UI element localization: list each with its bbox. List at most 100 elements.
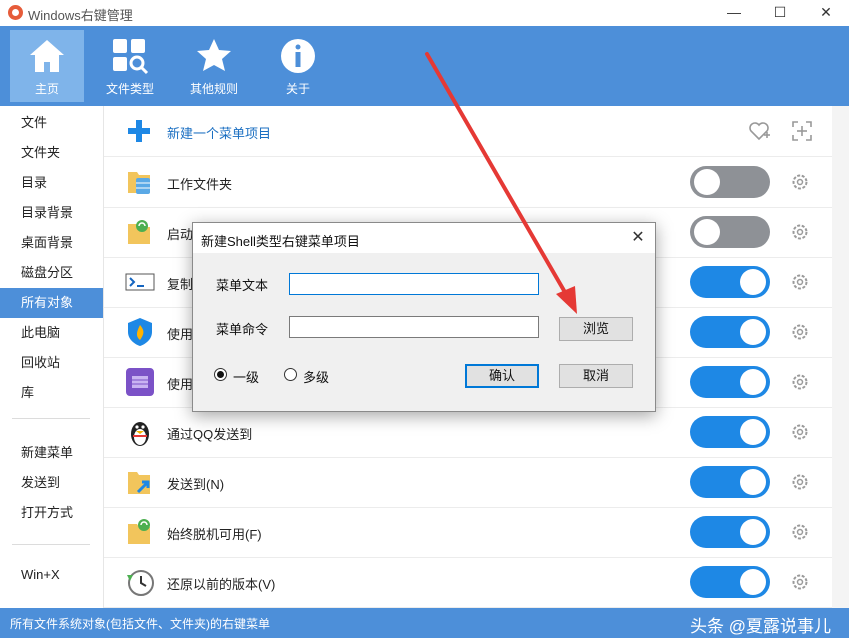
home-icon bbox=[30, 40, 64, 72]
toggle-knob bbox=[694, 169, 720, 195]
enable-toggle[interactable] bbox=[690, 316, 770, 348]
tab-home-label: 主页 bbox=[34, 82, 59, 96]
sidebar-item-open-with[interactable]: 打开方式 bbox=[0, 498, 103, 528]
tab-file-types[interactable]: 文件类型 bbox=[93, 30, 167, 102]
toggle-knob bbox=[740, 569, 766, 595]
status-text: 所有文件系统对象(包括文件、文件夹)的右键菜单 bbox=[10, 617, 270, 631]
list-item-label: 复制 bbox=[167, 277, 194, 292]
enable-toggle[interactable] bbox=[690, 516, 770, 548]
cancel-button[interactable]: 取消 bbox=[559, 364, 633, 388]
enable-toggle[interactable] bbox=[690, 416, 770, 448]
enable-toggle[interactable] bbox=[690, 166, 770, 198]
list-scrollbar[interactable] bbox=[832, 106, 849, 608]
menu-text-input[interactable] bbox=[289, 273, 539, 295]
sidebar-item-send-to[interactable]: 发送到 bbox=[0, 468, 103, 498]
level-single-radio[interactable] bbox=[214, 368, 227, 381]
favorite-add-icon[interactable] bbox=[747, 119, 771, 143]
sidebar-divider bbox=[12, 544, 90, 545]
menu-command-input[interactable] bbox=[289, 316, 539, 338]
list-item-label: 使用 bbox=[167, 377, 194, 392]
close-button[interactable]: ✕ bbox=[803, 0, 849, 26]
dialog-title-bar: 新建Shell类型右键菜单项目 ✕ bbox=[193, 223, 655, 253]
list-item[interactable]: 工作文件夹 bbox=[104, 157, 832, 208]
enable-toggle[interactable] bbox=[690, 266, 770, 298]
main-toolbar: 主页 文件类型 其他规则 关于 bbox=[0, 26, 849, 106]
sidebar-item-directory-background[interactable]: 目录背景 bbox=[0, 198, 103, 228]
menu-text-label: 菜单文本 bbox=[216, 278, 269, 293]
tab-about[interactable]: 关于 bbox=[261, 30, 335, 102]
browse-button[interactable]: 浏览 bbox=[559, 317, 633, 341]
sidebar-item-this-pc[interactable]: 此电脑 bbox=[0, 318, 103, 348]
toggle-knob bbox=[740, 369, 766, 395]
powershell-icon bbox=[125, 273, 155, 291]
sidebar-item-new-menu[interactable]: 新建菜单 bbox=[0, 438, 103, 468]
sidebar-item-desktop-background[interactable]: 桌面背景 bbox=[0, 228, 103, 258]
new-shell-item-dialog: 新建Shell类型右键菜单项目 ✕ 菜单文本 菜单命令 浏览 一级 多级 确认 … bbox=[192, 222, 656, 412]
tab-other-rules[interactable]: 其他规则 bbox=[177, 30, 251, 102]
menu-command-label: 菜单命令 bbox=[216, 322, 269, 337]
gear-icon[interactable] bbox=[790, 172, 810, 192]
file-type-icon bbox=[113, 39, 149, 75]
gear-icon[interactable] bbox=[790, 572, 810, 592]
sidebar-divider bbox=[12, 418, 90, 419]
status-bar: 所有文件系统对象(包括文件、文件夹)的右键菜单 头条 @夏露说事儿 bbox=[0, 608, 849, 638]
gear-icon[interactable] bbox=[790, 372, 810, 392]
folder-db-icon bbox=[128, 172, 150, 194]
sidebar-item-all-objects[interactable]: 所有对象 bbox=[0, 288, 103, 318]
maximize-button[interactable]: ☐ bbox=[757, 0, 803, 26]
ok-button[interactable]: 确认 bbox=[465, 364, 539, 388]
sidebar-item-library[interactable]: 库 bbox=[0, 378, 103, 408]
sidebar-item-recycle-bin[interactable]: 回收站 bbox=[0, 348, 103, 378]
list-item[interactable]: 还原以前的版本(V) bbox=[104, 557, 832, 608]
app-icon bbox=[8, 5, 23, 20]
enable-toggle[interactable] bbox=[690, 566, 770, 598]
folder-sync-icon bbox=[128, 220, 150, 244]
level-multi-radio[interactable] bbox=[284, 368, 297, 381]
sidebar-item-drive[interactable]: 磁盘分区 bbox=[0, 258, 103, 288]
sidebar-item-file[interactable]: 文件 bbox=[0, 108, 103, 138]
list-item-label: 发送到(N) bbox=[167, 477, 225, 492]
gear-icon[interactable] bbox=[790, 422, 810, 442]
level-multi-label: 多级 bbox=[303, 370, 330, 385]
gear-icon[interactable] bbox=[790, 222, 810, 242]
toggle-knob bbox=[740, 419, 766, 445]
minimize-button[interactable]: — bbox=[711, 0, 757, 26]
toggle-knob bbox=[694, 219, 720, 245]
sidebar-item-directory[interactable]: 目录 bbox=[0, 168, 103, 198]
gear-icon[interactable] bbox=[790, 522, 810, 542]
tab-about-label: 关于 bbox=[285, 82, 310, 96]
sidebar-item-winx[interactable]: Win+X bbox=[0, 560, 103, 590]
enable-toggle[interactable] bbox=[690, 366, 770, 398]
new-item-row[interactable]: 新建一个菜单项目 bbox=[104, 106, 832, 157]
window-title: Windows右键管理 bbox=[28, 8, 133, 23]
new-item-label: 新建一个菜单项目 bbox=[167, 126, 272, 141]
add-group-icon[interactable] bbox=[790, 119, 814, 143]
gear-icon[interactable] bbox=[790, 472, 810, 492]
enable-toggle[interactable] bbox=[690, 216, 770, 248]
list-item[interactable]: 发送到(N) bbox=[104, 457, 832, 508]
dialog-title: 新建Shell类型右键菜单项目 bbox=[201, 234, 360, 249]
tab-file-types-label: 文件类型 bbox=[105, 82, 154, 96]
toggle-knob bbox=[740, 269, 766, 295]
app-purple-icon bbox=[126, 368, 154, 396]
folder-offline-icon bbox=[128, 519, 150, 544]
dialog-close-button[interactable]: ✕ bbox=[627, 227, 649, 249]
gear-icon[interactable] bbox=[790, 322, 810, 342]
enable-toggle[interactable] bbox=[690, 466, 770, 498]
toggle-knob bbox=[740, 469, 766, 495]
gear-icon[interactable] bbox=[790, 272, 810, 292]
list-item[interactable]: 始终脱机可用(F) bbox=[104, 507, 832, 558]
info-icon bbox=[281, 39, 315, 73]
list-item[interactable]: 通过QQ发送到 bbox=[104, 407, 832, 458]
list-item-label: 使用 bbox=[167, 327, 194, 342]
list-item-label: 启动 bbox=[167, 227, 194, 242]
sidebar-item-folder[interactable]: 文件夹 bbox=[0, 138, 103, 168]
list-item-label: 始终脱机可用(F) bbox=[167, 527, 262, 542]
shield-fire-icon bbox=[128, 318, 152, 346]
level-single-label: 一级 bbox=[233, 370, 260, 385]
watermark: 头条 @夏露说事儿 bbox=[690, 617, 831, 636]
tab-home[interactable]: 主页 bbox=[10, 30, 84, 102]
clock-restore-icon bbox=[127, 570, 154, 596]
title-bar: Windows右键管理 — ☐ ✕ bbox=[0, 0, 849, 26]
star-icon bbox=[197, 39, 231, 71]
